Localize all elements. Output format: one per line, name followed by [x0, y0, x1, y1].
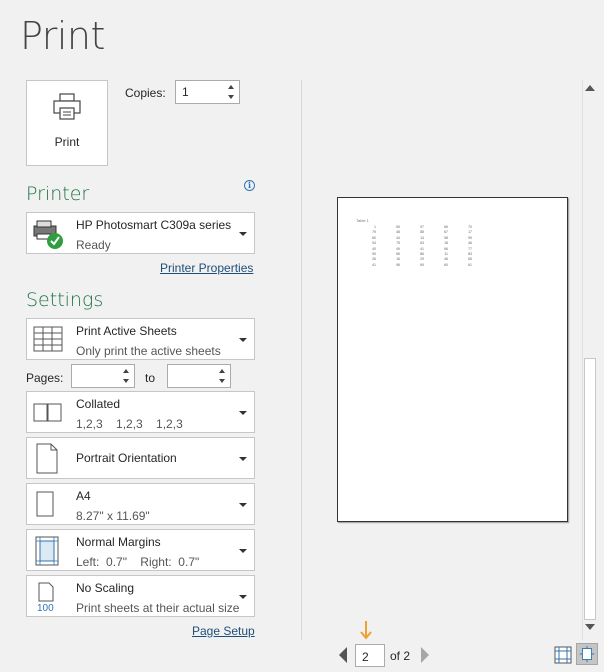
printer-icon: [53, 93, 81, 120]
collation-title: Collated: [76, 397, 121, 411]
collated-icon: [33, 403, 62, 422]
printer-dropdown[interactable]: HP Photosmart C309a series Ready: [26, 212, 255, 254]
margins-dropdown[interactable]: Normal Margins Left: 0.7" Right: 0.7": [26, 529, 255, 571]
page-setup-link[interactable]: Page Setup: [192, 624, 255, 638]
page-title: Print: [20, 14, 105, 58]
scaling-subtitle: Print sheets at their actual size: [76, 601, 240, 615]
pages-label: Pages:: [26, 371, 64, 385]
orientation-title: Portrait Orientation: [76, 451, 177, 465]
table-cell: 69: [420, 262, 424, 267]
scrollbar-thumb[interactable]: [584, 358, 596, 620]
table-cell: 60: [444, 262, 448, 267]
current-page-value[interactable]: 2: [362, 650, 369, 664]
preview-sheet-title: Table 1: [356, 218, 369, 223]
table-cell: 61: [468, 262, 472, 267]
table-cell: 41: [372, 262, 376, 267]
chevron-down-icon: [239, 549, 247, 553]
printer-heading: Printer: [26, 183, 90, 205]
info-icon[interactable]: i: [244, 180, 255, 191]
panel-divider: [301, 80, 302, 640]
paper-size-subtitle: 8.27" x 11.69": [76, 509, 150, 523]
collation-subtitle: 1,2,3 1,2,3 1,2,3: [76, 417, 183, 431]
table-cell: 96: [396, 262, 400, 267]
chevron-down-icon: [239, 411, 247, 415]
copies-label: Copies:: [125, 86, 166, 100]
zoom-to-page-icon[interactable]: [576, 643, 598, 665]
chevron-down-icon: [239, 457, 247, 461]
scroll-down-icon[interactable]: [585, 624, 595, 630]
print-preview-page: Table 1 1 55 97 66 70 79 48 88 67 17 60 44 14 98 99 94 7…: [337, 197, 568, 522]
print-button-label: Print: [54, 135, 80, 149]
orientation-dropdown[interactable]: Portrait Orientation: [26, 437, 255, 479]
vertical-scrollbar[interactable]: [582, 80, 597, 640]
chevron-down-icon: [239, 503, 247, 507]
portrait-page-icon: [36, 443, 58, 474]
print-what-subtitle: Only print the active sheets: [76, 344, 221, 358]
next-page-icon[interactable]: [421, 647, 429, 663]
copies-decrement-icon[interactable]: [228, 95, 234, 99]
pages-to-input[interactable]: [167, 364, 231, 388]
show-margins-icon[interactable]: [553, 645, 573, 665]
paper-size-title: A4: [76, 489, 91, 503]
scaling-dropdown[interactable]: 100 No Scaling Print sheets at their act…: [26, 575, 255, 617]
settings-heading: Settings: [26, 289, 104, 311]
chevron-down-icon: [239, 595, 247, 599]
printer-ready-icon: [33, 220, 63, 249]
scroll-up-icon[interactable]: [585, 85, 595, 91]
sheet-grid-icon: [33, 326, 63, 352]
copies-spinner[interactable]: 1: [175, 80, 240, 104]
pages-from-increment-icon[interactable]: [123, 369, 129, 373]
copies-value[interactable]: 1: [182, 85, 189, 99]
scaling-icon-text: 100: [37, 603, 54, 614]
annotation-arrow-icon: [360, 621, 372, 640]
margins-icon: [35, 536, 59, 566]
margins-subtitle: Left: 0.7" Right: 0.7": [76, 555, 200, 569]
page-total: of 2: [390, 649, 411, 663]
chevron-down-icon: [239, 338, 247, 342]
pages-from-decrement-icon[interactable]: [123, 379, 129, 383]
paper-size-dropdown[interactable]: A4 8.27" x 11.69": [26, 483, 255, 525]
collation-dropdown[interactable]: Collated 1,2,3 1,2,3 1,2,3: [26, 391, 255, 433]
scaling-title: No Scaling: [76, 581, 135, 595]
preview-table: 1 55 97 66 70 79 48 88 67 17 60 44 14 98 99 94 75 63 18 46 4…: [363, 225, 483, 268]
print-button[interactable]: Print: [26, 80, 108, 166]
paper-size-icon: [36, 491, 54, 517]
print-what-title: Print Active Sheets: [76, 324, 177, 338]
previous-page-icon[interactable]: [339, 647, 347, 663]
margins-title: Normal Margins: [76, 535, 161, 549]
current-page-input[interactable]: 2: [355, 644, 385, 667]
table-row: 41 96 69 60 61: [363, 263, 483, 268]
pages-to-increment-icon[interactable]: [219, 369, 225, 373]
copies-increment-icon[interactable]: [228, 85, 234, 89]
pages-from-input[interactable]: [71, 364, 135, 388]
pages-to-label: to: [145, 371, 156, 385]
chevron-down-icon: [239, 232, 247, 236]
printer-properties-link[interactable]: Printer Properties: [160, 261, 253, 275]
print-what-dropdown[interactable]: Print Active Sheets Only print the activ…: [26, 318, 255, 360]
scaling-icon: 100: [37, 582, 54, 614]
printer-name: HP Photosmart C309a series: [76, 218, 232, 232]
printer-status: Ready: [76, 238, 111, 252]
pages-to-decrement-icon[interactable]: [219, 379, 225, 383]
